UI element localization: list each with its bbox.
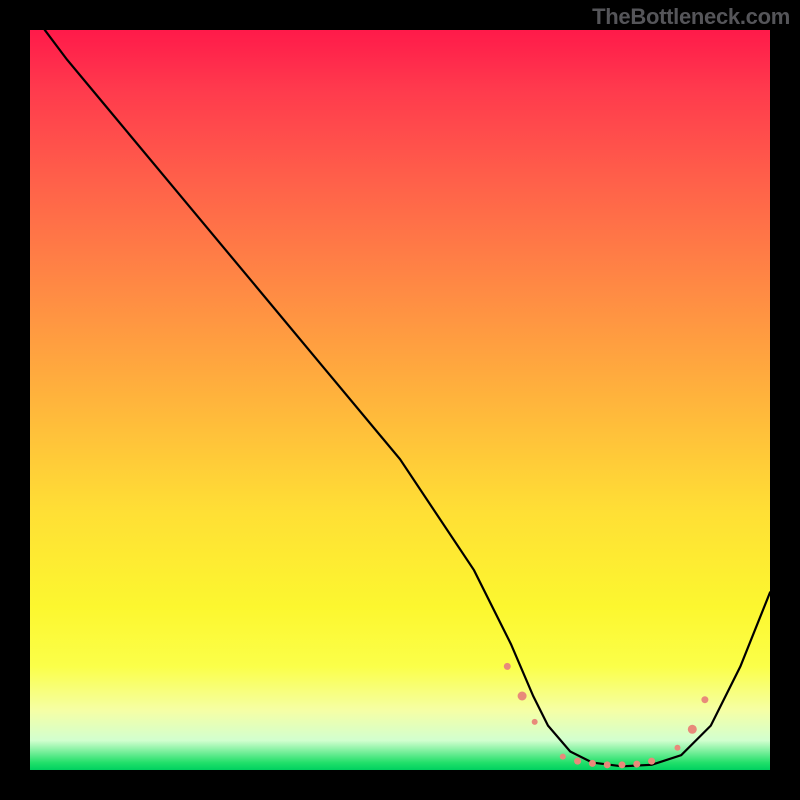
highlight-dot — [504, 663, 511, 670]
attribution-text: TheBottleneck.com — [592, 4, 790, 30]
chart-frame: TheBottleneck.com — [0, 0, 800, 800]
highlight-dot — [701, 696, 708, 703]
highlight-dot — [648, 758, 655, 765]
highlight-dot — [633, 761, 640, 768]
highlight-dot — [560, 754, 566, 760]
highlight-dot — [518, 692, 527, 701]
plot-area — [30, 30, 770, 770]
highlight-dot — [604, 761, 611, 768]
highlight-dot — [532, 719, 538, 725]
highlight-dots-group — [504, 663, 709, 768]
highlight-dot — [675, 745, 681, 751]
curve-svg — [30, 30, 770, 770]
highlight-dot — [574, 758, 581, 765]
bottleneck-curve — [30, 30, 770, 766]
highlight-dot — [619, 761, 626, 768]
highlight-dot — [688, 725, 697, 734]
highlight-dot — [589, 760, 596, 767]
